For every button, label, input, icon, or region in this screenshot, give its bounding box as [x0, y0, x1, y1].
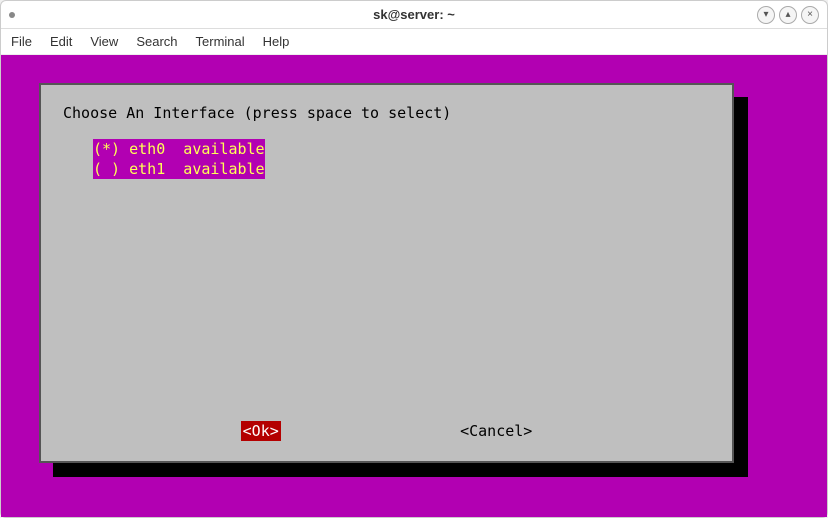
titlebar: sk@server: ~ ▾ ▴ ×	[1, 1, 827, 29]
dialog-prompt: Choose An Interface (press space to sele…	[63, 103, 710, 123]
dialog-buttons: <Ok> <Cancel>	[41, 421, 732, 441]
option-row[interactable]: ( ) eth1 available	[93, 159, 710, 179]
titlebar-dot	[9, 12, 15, 18]
terminal-window: sk@server: ~ ▾ ▴ × File Edit View Search…	[0, 0, 828, 518]
menubar: File Edit View Search Terminal Help	[1, 29, 827, 55]
menu-help[interactable]: Help	[263, 34, 290, 49]
maximize-icon: ▴	[785, 9, 790, 20]
menu-edit[interactable]: Edit	[50, 34, 72, 49]
maximize-button[interactable]: ▴	[779, 6, 797, 24]
menu-terminal[interactable]: Terminal	[196, 34, 245, 49]
close-icon: ×	[807, 9, 813, 20]
ok-button[interactable]: <Ok>	[241, 421, 281, 441]
cancel-button[interactable]: <Cancel>	[460, 421, 532, 441]
dialog-wrapper: Choose An Interface (press space to sele…	[39, 83, 734, 463]
minimize-button[interactable]: ▾	[757, 6, 775, 24]
close-button[interactable]: ×	[801, 6, 819, 24]
interface-dialog: Choose An Interface (press space to sele…	[39, 83, 734, 463]
terminal-body[interactable]: Choose An Interface (press space to sele…	[1, 55, 827, 517]
option-eth0: (*) eth0 available	[93, 139, 265, 159]
window-title: sk@server: ~	[1, 7, 827, 22]
option-list: (*) eth0 available ( ) eth1 available	[93, 139, 710, 179]
option-row[interactable]: (*) eth0 available	[93, 139, 710, 159]
menu-search[interactable]: Search	[136, 34, 177, 49]
menu-view[interactable]: View	[90, 34, 118, 49]
window-controls: ▾ ▴ ×	[757, 6, 819, 24]
minimize-icon: ▾	[763, 9, 768, 20]
option-eth1: ( ) eth1 available	[93, 159, 265, 179]
menu-file[interactable]: File	[11, 34, 32, 49]
